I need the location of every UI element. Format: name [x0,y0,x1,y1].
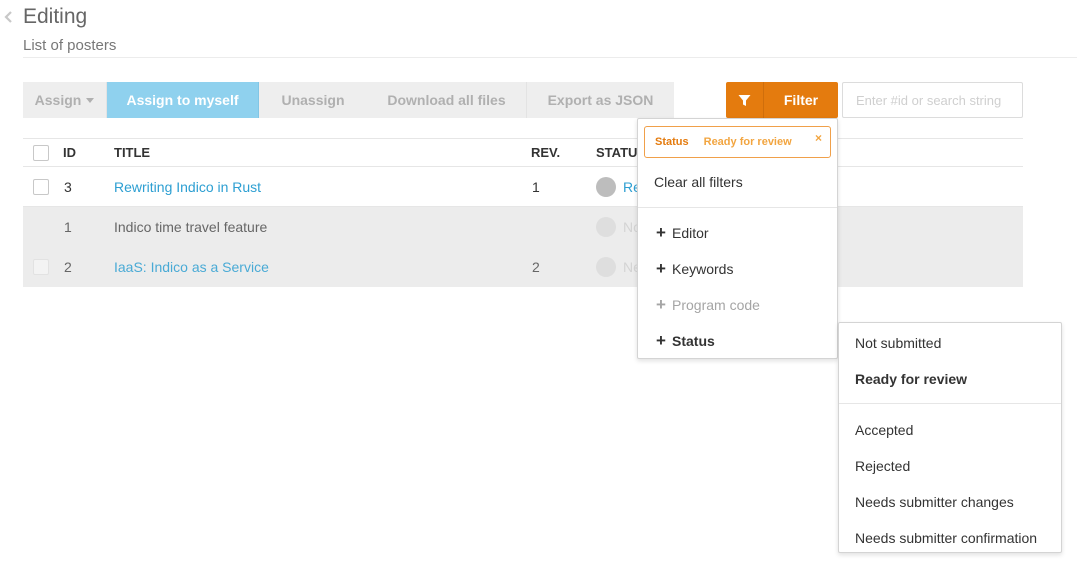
row-select-cell [33,167,49,206]
assign-dropdown-button[interactable]: Assign [23,82,107,118]
column-header-revision[interactable]: REV. [531,139,560,166]
active-filter-key: Status [655,136,689,148]
filter-item-status[interactable]: + Status [654,331,715,350]
plus-icon: + [656,223,666,242]
status-option-needs-submitter-changes[interactable]: Needs submitter changes [855,494,1014,510]
page-title: Editing [23,5,88,28]
status-indicator-icon [596,176,616,197]
status-option-ready-for-review[interactable]: Ready for review [855,371,967,387]
row-status: No [596,207,641,247]
row-checkbox[interactable] [33,259,49,275]
table-row: 2 IaaS: Indico as a Service 2 Ne [23,247,1023,287]
assign-to-myself-label: Assign to myself [126,92,239,108]
caret-down-icon [86,97,95,103]
filter-item-label: Program code [672,297,760,313]
header-select-cell [33,139,49,166]
export-json-button[interactable]: Export as JSON [527,82,674,118]
row-checkbox[interactable] [33,178,49,195]
row-revision: 1 [532,178,540,195]
row-id: 1 [64,219,72,235]
funnel-icon [738,94,751,106]
clear-all-filters-item[interactable]: Clear all filters [654,174,743,190]
table-header: ID TITLE REV. STATU [23,138,1023,167]
status-option-not-submitted[interactable]: Not submitted [855,335,941,351]
close-icon[interactable]: × [815,131,822,145]
chevron-left-icon[interactable] [4,11,14,23]
row-status: Ne [596,247,641,287]
download-all-files-button[interactable]: Download all files [367,82,527,118]
filter-item-label: Keywords [672,261,734,277]
table-row: 1 Indico time travel feature No [23,207,1023,247]
row-title-link[interactable]: Rewriting Indico in Rust [114,167,261,206]
filter-button[interactable]: Filter [726,82,838,118]
filter-item-keywords[interactable]: + Keywords [654,259,734,278]
status-option-rejected[interactable]: Rejected [855,458,910,474]
export-toolbar: Download all files Export as JSON [367,82,674,118]
active-filter-tag[interactable]: Status Ready for review × [644,126,831,158]
status-option-needs-submitter-confirmation[interactable]: Needs submitter confirmation [855,530,1037,546]
row-id: 3 [64,178,72,195]
filter-item-editor[interactable]: + Editor [654,223,709,242]
export-json-label: Export as JSON [547,92,654,108]
row-title: Indico time travel feature [114,219,268,235]
menu-divider [839,403,1061,404]
unassign-label: Unassign [281,92,345,108]
row-revision: 2 [532,259,540,275]
plus-icon: + [656,295,666,314]
download-all-files-label: Download all files [387,92,506,108]
row-status: Re [596,167,641,206]
filter-item-label: Editor [672,225,709,241]
assign-label: Assign [34,92,82,108]
table-row[interactable]: 3 Rewriting Indico in Rust 1 Re [23,167,1023,207]
column-header-status[interactable]: STATU [596,139,637,166]
row-title-link[interactable]: IaaS: Indico as a Service [114,247,269,287]
title-divider [23,57,1077,58]
action-toolbar: Assign Assign to myself Unassign [23,82,367,118]
status-options-menu: Not submitted Ready for review Accepted … [838,322,1062,553]
unassign-button[interactable]: Unassign [259,82,367,118]
filter-menu: Status Ready for review × Clear all filt… [637,118,838,359]
assign-to-myself-button[interactable]: Assign to myself [107,82,259,118]
plus-icon: + [656,331,666,350]
select-all-checkbox[interactable] [33,144,49,161]
posters-table: ID TITLE REV. STATU 3 Rewriting Indico i… [23,138,1023,287]
filter-icon-container [726,82,764,118]
column-header-id[interactable]: ID [63,139,76,166]
row-id: 2 [64,259,72,275]
plus-icon: + [656,259,666,278]
page-subtitle: List of posters [23,37,117,54]
status-option-accepted[interactable]: Accepted [855,422,913,438]
status-indicator-icon [596,257,616,277]
search-input[interactable] [842,82,1023,118]
filter-item-program-code: + Program code [654,295,760,314]
menu-divider [638,207,837,208]
active-filter-value: Ready for review [703,136,792,148]
filter-label: Filter [783,92,819,108]
filter-item-label: Status [672,333,715,349]
row-select-cell [33,247,49,287]
status-indicator-icon [596,217,616,237]
column-header-title[interactable]: TITLE [114,139,150,166]
